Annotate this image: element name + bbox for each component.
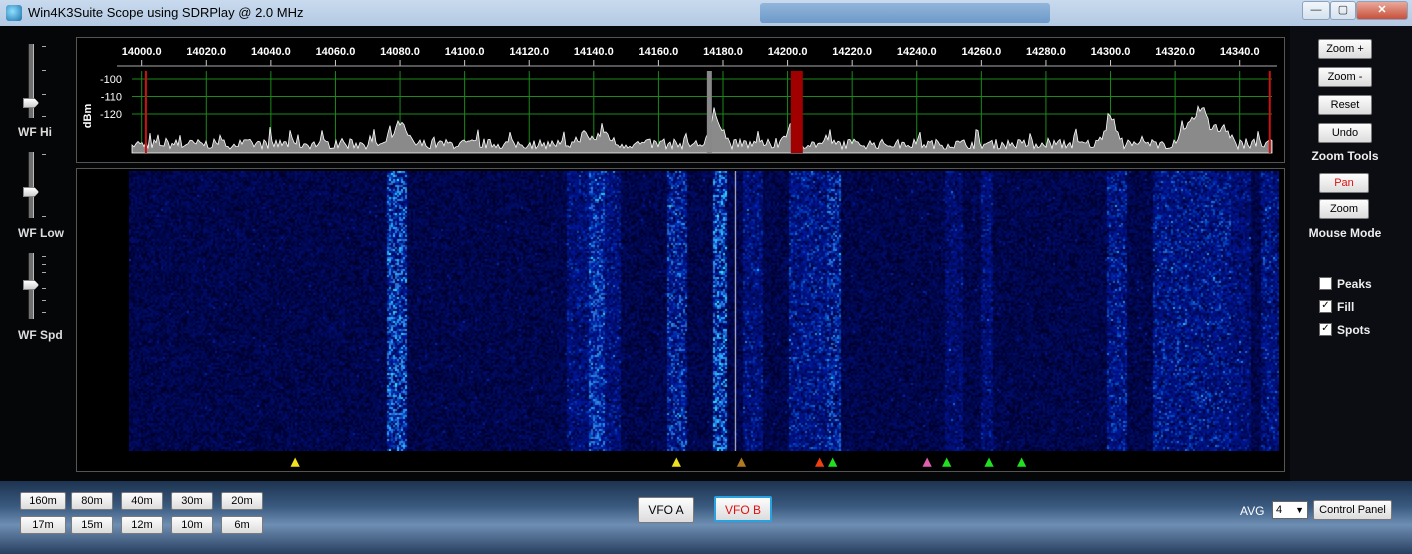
dbm-tick-label: -110 xyxy=(101,92,122,104)
tick xyxy=(42,94,46,95)
frequency-tick-label: 14260.0 xyxy=(961,46,1001,58)
frequency-tick-label: 14060.0 xyxy=(316,46,356,58)
frequency-tick-label: 14180.0 xyxy=(703,46,743,58)
avg-select-value: 4 xyxy=(1276,504,1283,516)
spots-checkbox[interactable]: ✓ xyxy=(1319,323,1332,336)
tick xyxy=(42,70,46,71)
spot-marker-icon[interactable] xyxy=(670,456,682,468)
peaks-label: Peaks xyxy=(1337,277,1372,291)
tick xyxy=(42,272,46,273)
band-15m-button[interactable]: 15m xyxy=(71,516,113,534)
frequency-tick-label: 14120.0 xyxy=(509,46,549,58)
chevron-down-icon: ▼ xyxy=(1295,505,1304,515)
frequency-tick-label: 14300.0 xyxy=(1091,46,1131,58)
spot-marker-icon[interactable] xyxy=(827,456,839,468)
dbm-tick-label: -120 xyxy=(100,109,122,121)
filter-marker[interactable] xyxy=(1268,71,1271,153)
spot-marker-icon[interactable] xyxy=(289,456,301,468)
wf-hi-label: WF Hi xyxy=(18,125,52,139)
band-12m-button[interactable]: 12m xyxy=(121,516,163,534)
tick xyxy=(42,46,46,47)
filter-marker[interactable] xyxy=(790,71,803,153)
tick xyxy=(42,216,46,217)
vfo-a-button[interactable]: VFO A xyxy=(638,497,694,523)
spectrum-plot[interactable]: 14000.0 14020.0 14040.0 14060.0 14080.0 14100… xyxy=(77,38,1284,162)
close-button[interactable]: ✕ xyxy=(1356,1,1408,20)
undo-button[interactable]: Undo xyxy=(1318,123,1372,143)
filter-marker[interactable] xyxy=(706,71,712,153)
band-80m-button[interactable]: 80m xyxy=(71,492,113,510)
frequency-tick-label: 14000.0 xyxy=(122,46,162,58)
wf-spd-label: WF Spd xyxy=(18,328,63,342)
spot-markers-layer xyxy=(289,456,1028,468)
spot-marker-icon[interactable] xyxy=(983,456,995,468)
window-title: Win4K3Suite Scope using SDRPlay @ 2.0 MH… xyxy=(28,5,304,20)
dbm-axis-label: dBm xyxy=(82,104,94,129)
right-control-panel: Zoom + Zoom - Reset Undo Zoom Tools Pan … xyxy=(1290,26,1412,481)
spot-marker-icon[interactable] xyxy=(941,456,953,468)
frequency-tick-label: 14080.0 xyxy=(380,46,420,58)
frequency-tick-label: 14160.0 xyxy=(639,46,679,58)
spot-marker-icon[interactable] xyxy=(736,456,747,468)
app-icon xyxy=(6,5,22,21)
vfo-b-button[interactable]: VFO B xyxy=(714,496,772,522)
band-17m-button[interactable]: 17m xyxy=(20,516,66,534)
tick xyxy=(42,264,46,265)
control-panel-button[interactable]: Control Panel xyxy=(1313,500,1392,520)
band-20m-button[interactable]: 20m xyxy=(221,492,263,510)
zoom-in-button[interactable]: Zoom + xyxy=(1318,39,1372,59)
pan-button[interactable]: Pan xyxy=(1319,173,1369,193)
filter-marker[interactable] xyxy=(144,71,147,153)
spot-marker-icon[interactable] xyxy=(1016,456,1028,468)
frequency-tick-label: 14040.0 xyxy=(251,46,291,58)
frequency-tick-label: 14340.0 xyxy=(1220,46,1260,58)
minimize-button[interactable]: — xyxy=(1302,1,1330,20)
maximize-button[interactable]: ▢ xyxy=(1330,1,1356,20)
background-window-ghost xyxy=(760,3,1050,23)
band-30m-button[interactable]: 30m xyxy=(171,492,213,510)
bottom-bar: 160m 80m 40m 30m 20m 17m 15m 12m 10m 6m … xyxy=(0,481,1412,554)
title-bar: Win4K3Suite Scope using SDRPlay @ 2.0 MH… xyxy=(0,0,1412,27)
zoom-tools-label: Zoom Tools xyxy=(1311,149,1379,163)
dbm-tick-label: -100 xyxy=(100,74,122,86)
peaks-checkbox[interactable] xyxy=(1319,277,1332,290)
spots-label: Spots xyxy=(1337,323,1371,337)
mouse-mode-label: Mouse Mode xyxy=(1308,226,1382,240)
fill-label: Fill xyxy=(1337,300,1355,314)
avg-label: AVG xyxy=(1240,504,1265,518)
band-6m-button[interactable]: 6m xyxy=(221,516,263,534)
frequency-tick-label: 14240.0 xyxy=(897,46,937,58)
spot-marker-icon[interactable] xyxy=(814,456,826,468)
frequency-tick-label: 14280.0 xyxy=(1026,46,1066,58)
reset-button[interactable]: Reset xyxy=(1318,95,1372,115)
frequency-tick-label: 14020.0 xyxy=(186,46,226,58)
spectrum-trace xyxy=(131,104,1273,154)
tick xyxy=(42,154,46,155)
wf-low-label: WF Low xyxy=(18,226,64,240)
frequency-tick-label: 14220.0 xyxy=(832,46,872,58)
tick xyxy=(42,288,46,289)
zoom-mode-button[interactable]: Zoom xyxy=(1319,199,1369,219)
spectrum-display[interactable]: 14000.0 14020.0 14040.0 14060.0 14080.0 14100… xyxy=(76,37,1285,163)
tick xyxy=(42,312,46,313)
frequency-tick-label: 14320.0 xyxy=(1155,46,1195,58)
frequency-tick-label: 14200.0 xyxy=(768,46,808,58)
avg-select[interactable]: 4 ▼ xyxy=(1272,501,1308,519)
frequency-tick-label: 14140.0 xyxy=(574,46,614,58)
zoom-out-button[interactable]: Zoom - xyxy=(1318,67,1372,87)
tick xyxy=(42,256,46,257)
band-160m-button[interactable]: 160m xyxy=(20,492,66,510)
band-10m-button[interactable]: 10m xyxy=(171,516,213,534)
tick xyxy=(42,300,46,301)
fill-checkbox[interactable]: ✓ xyxy=(1319,300,1332,313)
spot-marker-icon[interactable] xyxy=(921,456,933,468)
wf-low-track[interactable] xyxy=(28,152,34,218)
frequency-tick-label: 14100.0 xyxy=(445,46,485,58)
tick xyxy=(42,116,46,117)
waterfall-display[interactable] xyxy=(76,168,1285,472)
band-40m-button[interactable]: 40m xyxy=(121,492,163,510)
